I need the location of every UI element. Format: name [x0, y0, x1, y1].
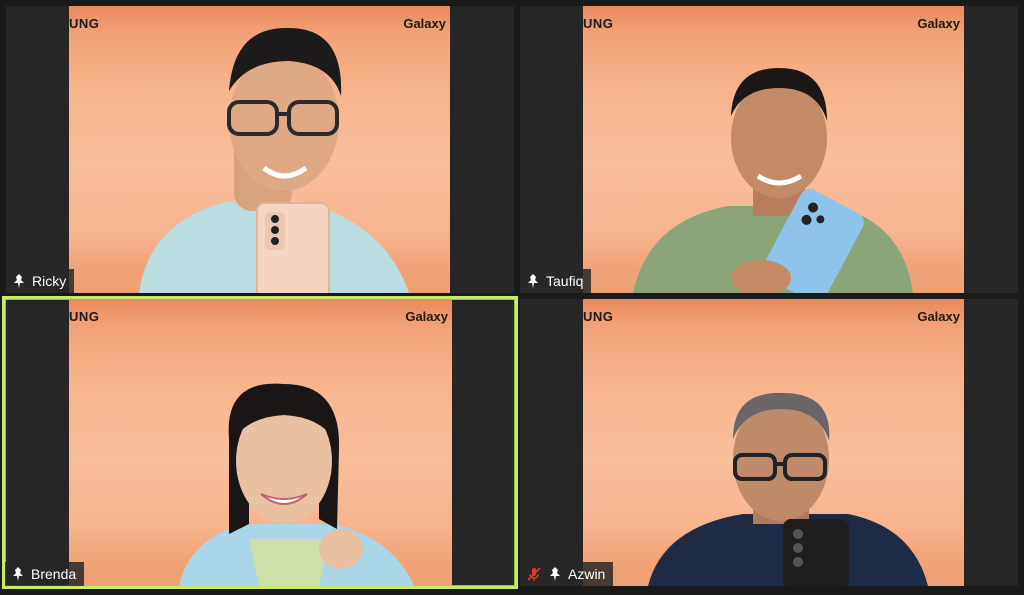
participant-video [69, 299, 452, 586]
participant-name: Taufiq [546, 273, 584, 289]
video-feed: UNG Galaxy [69, 299, 452, 586]
video-feed: UNG Galaxy [583, 299, 964, 586]
mic-muted-icon [526, 566, 542, 582]
participant-video [583, 6, 964, 293]
participant-video [69, 6, 450, 293]
pin-icon[interactable] [526, 273, 540, 289]
participant-video [583, 299, 964, 586]
video-feed: UNG Galaxy [583, 6, 964, 293]
video-tile-brenda[interactable]: UNG Galaxy Brenda [2, 296, 518, 589]
video-feed: UNG Galaxy [69, 6, 450, 293]
name-tag[interactable]: Taufiq [520, 269, 592, 293]
name-tag[interactable]: Ricky [6, 269, 75, 293]
name-tag[interactable]: Brenda [5, 562, 85, 586]
pin-icon[interactable] [548, 566, 562, 582]
name-tag[interactable]: Azwin [520, 562, 614, 586]
gallery-view: UNG Galaxy Ricky UNG Galaxy Taufiq UNG G… [0, 0, 1024, 595]
participant-name: Azwin [568, 566, 606, 582]
participant-name: Brenda [31, 566, 77, 582]
video-tile-azwin[interactable]: UNG Galaxy Azwin [520, 299, 1018, 586]
video-tile-ricky[interactable]: UNG Galaxy Ricky [6, 6, 514, 293]
pin-icon[interactable] [11, 566, 25, 582]
participant-name: Ricky [32, 273, 67, 289]
pin-icon[interactable] [12, 273, 26, 289]
video-tile-taufiq[interactable]: UNG Galaxy Taufiq [520, 6, 1018, 293]
